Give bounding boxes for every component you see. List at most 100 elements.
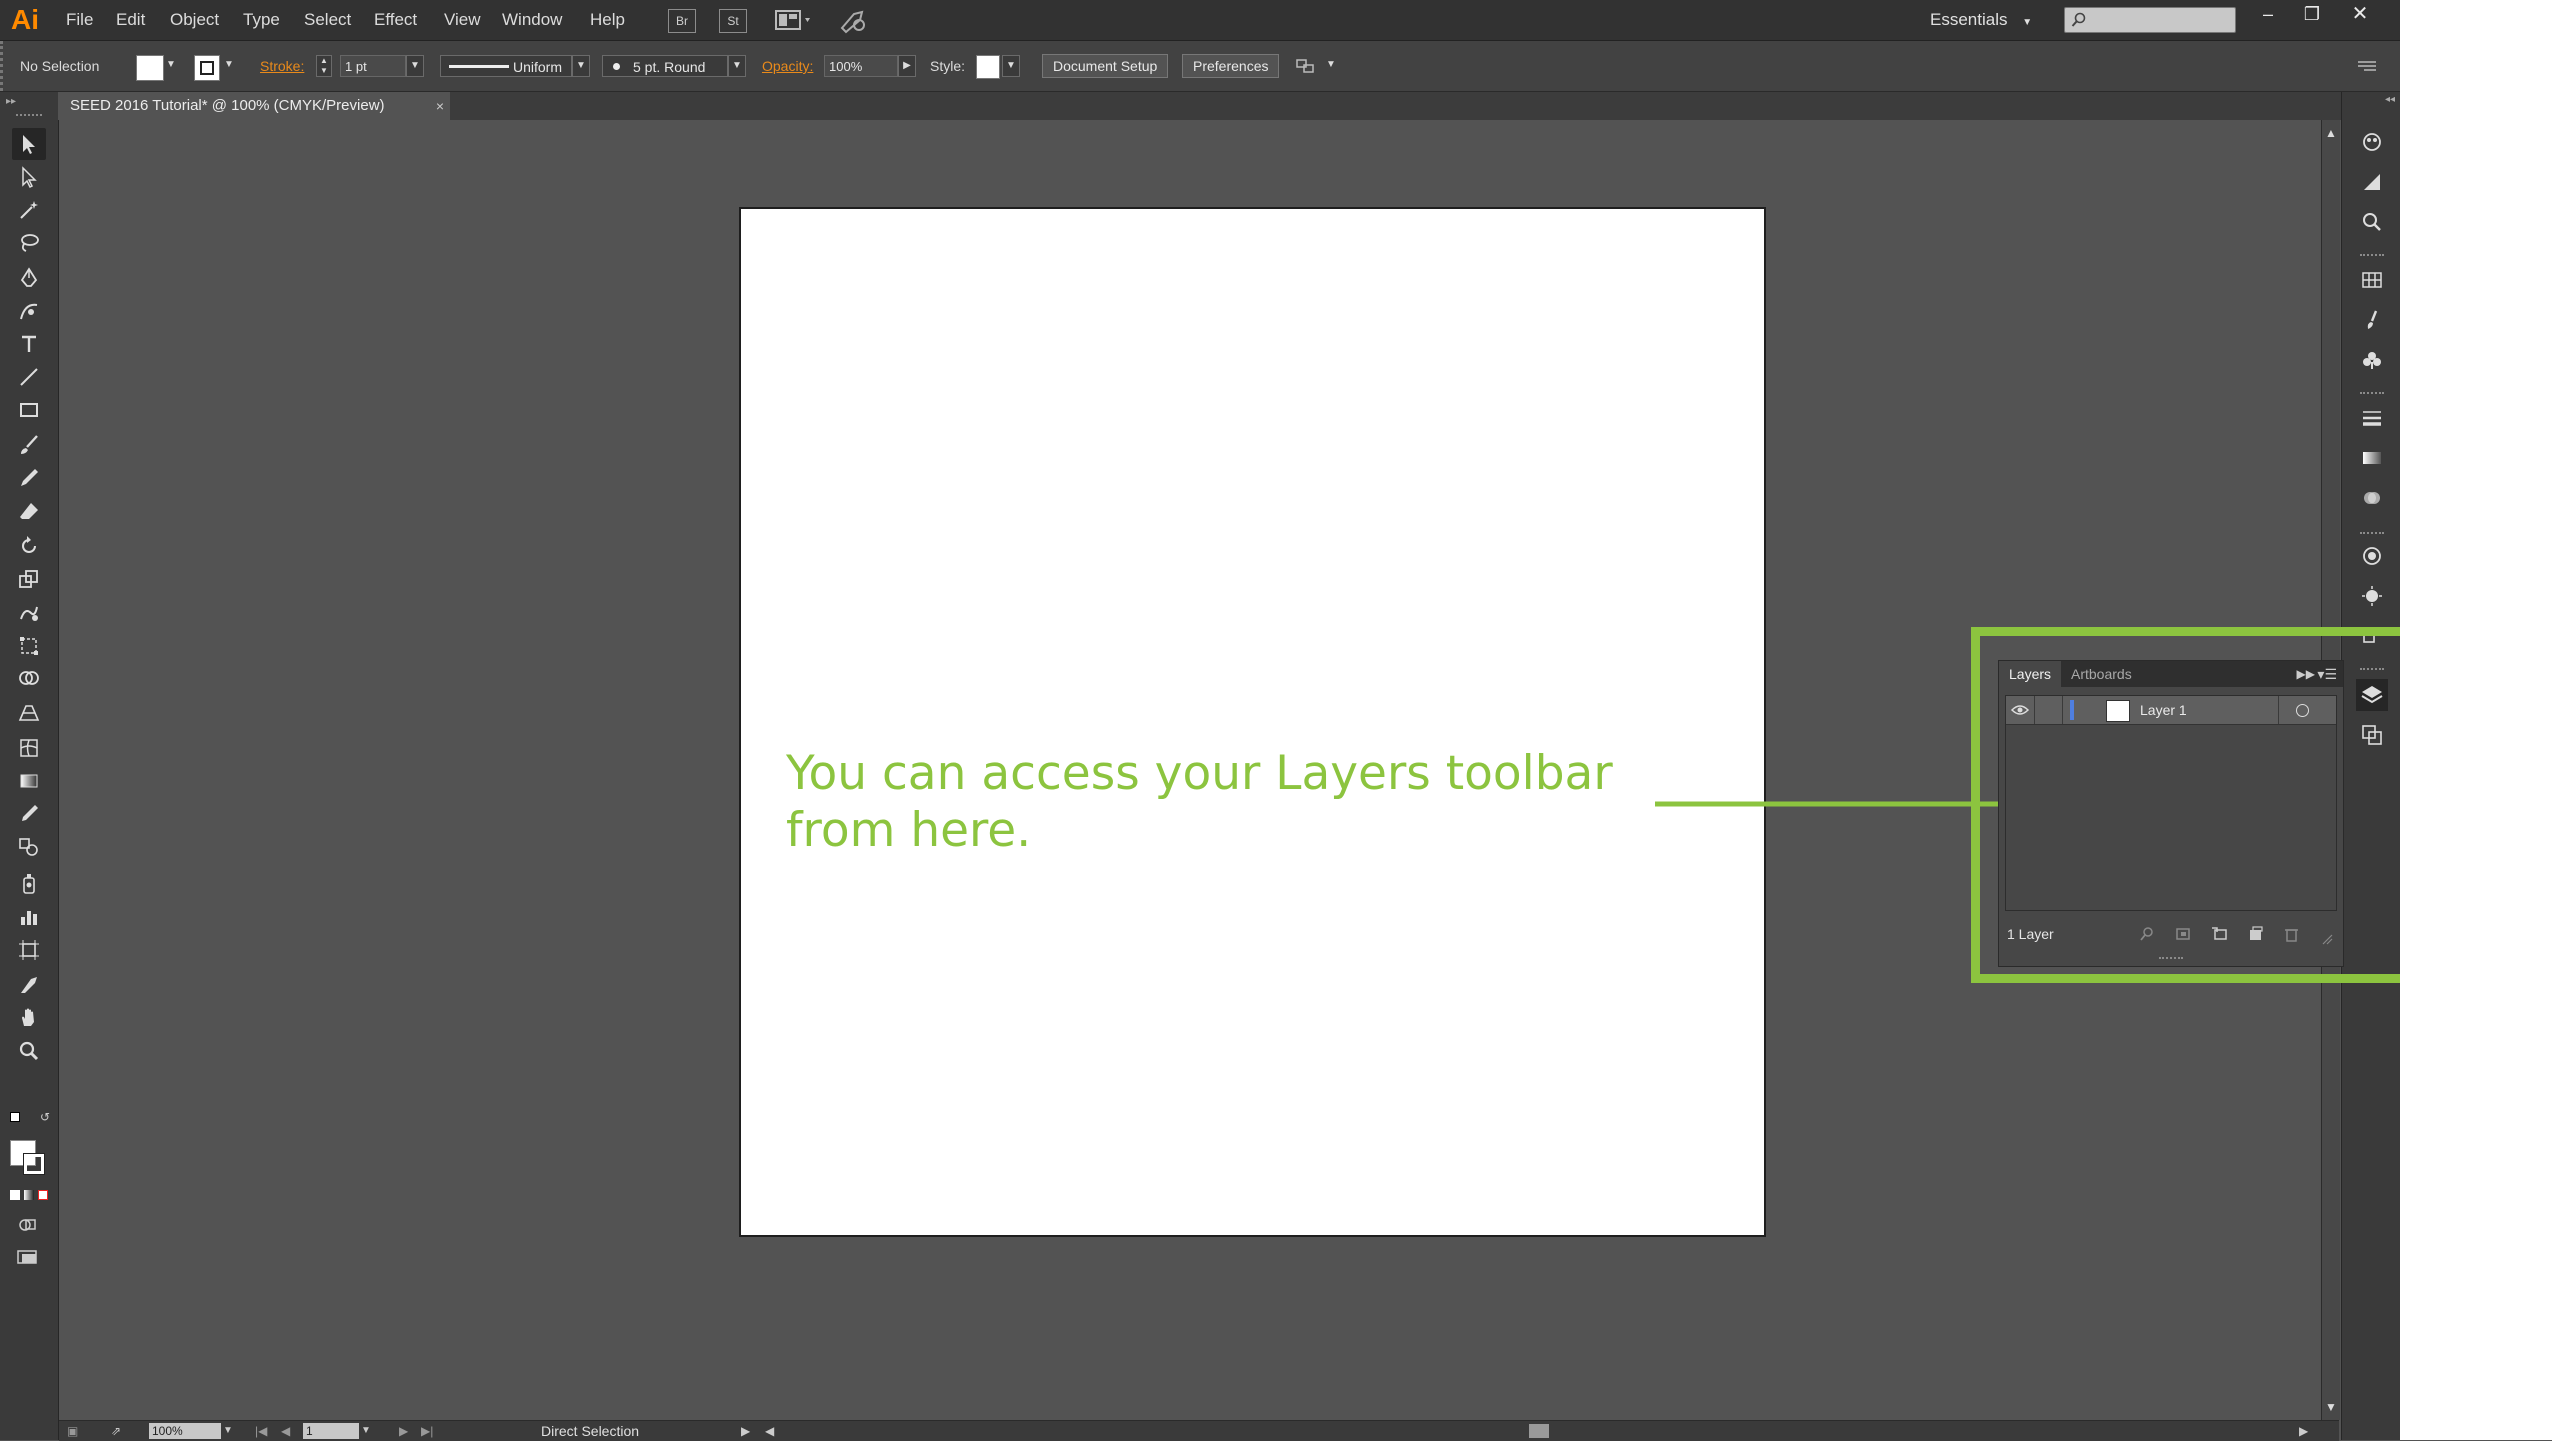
variable-width-dropdown[interactable]: ▼ bbox=[572, 55, 590, 77]
direct-selection-tool[interactable] bbox=[12, 161, 46, 193]
pen-tool[interactable] bbox=[12, 262, 46, 294]
screen-mode-button[interactable] bbox=[16, 1248, 40, 1266]
stroke-panel-button[interactable] bbox=[2356, 402, 2388, 434]
scroll-down-arrow-icon[interactable]: ▼ bbox=[2322, 1398, 2340, 1416]
status-menu-arrow-icon[interactable]: ▶ bbox=[741, 1421, 750, 1441]
close-tab-icon[interactable]: × bbox=[436, 92, 444, 120]
arrange-dropdown[interactable]: ▼ bbox=[1322, 55, 1340, 77]
open-in-bridge-icon[interactable]: ⇗ bbox=[111, 1421, 121, 1441]
scroll-left-arrow-icon[interactable]: ◀ bbox=[765, 1421, 774, 1441]
opacity-slider-toggle[interactable]: ▶ bbox=[898, 55, 916, 77]
curvature-tool[interactable] bbox=[12, 295, 46, 327]
cc-libraries-panel-button[interactable] bbox=[2356, 206, 2388, 238]
minimize-button[interactable]: – bbox=[2246, 0, 2290, 28]
type-tool[interactable] bbox=[12, 328, 46, 360]
artboard-dropdown[interactable]: ▼ bbox=[361, 1421, 371, 1441]
zoom-field[interactable]: 100% bbox=[149, 1423, 221, 1439]
search-input[interactable] bbox=[2064, 7, 2236, 33]
dock-group-grip[interactable] bbox=[2360, 392, 2384, 398]
stroke-weight-field[interactable]: 1 pt bbox=[340, 55, 406, 77]
paintbrush-tool[interactable] bbox=[12, 429, 46, 461]
stroke-weight-dropdown[interactable]: ▼ bbox=[406, 55, 424, 77]
menu-type[interactable]: Type bbox=[237, 0, 286, 40]
control-bar-grip[interactable] bbox=[0, 41, 9, 91]
stock-button[interactable]: St bbox=[719, 9, 747, 33]
gradient-tool[interactable] bbox=[12, 765, 46, 797]
perspective-grid-tool[interactable] bbox=[12, 696, 46, 728]
opacity-label[interactable]: Opacity: bbox=[762, 41, 813, 91]
document-setup-button[interactable]: Document Setup bbox=[1042, 54, 1169, 78]
horizontal-scroll-thumb[interactable] bbox=[1529, 1424, 1549, 1438]
stroke-swatch[interactable] bbox=[194, 55, 220, 81]
dock-group-grip[interactable] bbox=[2360, 532, 2384, 538]
last-artboard-icon[interactable]: ▶| bbox=[421, 1421, 433, 1441]
menu-select[interactable]: Select bbox=[298, 0, 357, 40]
rectangle-tool[interactable] bbox=[12, 394, 46, 426]
symbol-sprayer-tool[interactable] bbox=[12, 868, 46, 900]
dock-group-grip[interactable] bbox=[2360, 254, 2384, 260]
first-artboard-icon[interactable]: |◀ bbox=[255, 1421, 267, 1441]
graph-tool[interactable] bbox=[12, 901, 46, 933]
zoom-dropdown[interactable]: ▼ bbox=[223, 1421, 233, 1441]
artboard[interactable] bbox=[739, 207, 1766, 1237]
color-mode-buttons[interactable] bbox=[8, 1190, 54, 1202]
symbols-panel-button[interactable] bbox=[2356, 344, 2388, 376]
menu-object[interactable]: Object bbox=[164, 0, 225, 40]
menu-view[interactable]: View bbox=[438, 0, 487, 40]
menu-window[interactable]: Window bbox=[496, 0, 568, 40]
restore-button[interactable]: ❐ bbox=[2290, 0, 2334, 28]
previous-artboard-icon[interactable]: ◀ bbox=[281, 1421, 290, 1441]
scroll-right-arrow-icon[interactable]: ▶ bbox=[2299, 1421, 2308, 1441]
fill-swatch[interactable] bbox=[136, 55, 164, 81]
expand-panels-icon[interactable]: ◂◂ bbox=[2385, 94, 2395, 105]
brushes-panel-button[interactable] bbox=[2356, 304, 2388, 336]
menu-help[interactable]: Help bbox=[584, 0, 631, 40]
line-tool[interactable] bbox=[12, 361, 46, 393]
stroke-color-box[interactable] bbox=[23, 1153, 45, 1175]
stroke-swatch-dropdown[interactable]: ▼ bbox=[220, 55, 238, 77]
swatches-panel-button[interactable] bbox=[2356, 264, 2388, 296]
selection-tool[interactable] bbox=[12, 128, 46, 160]
collapse-tools-icon[interactable]: ▸▸ bbox=[6, 96, 16, 107]
artboard-tool[interactable] bbox=[12, 934, 46, 966]
free-transform-tool[interactable] bbox=[12, 630, 46, 662]
mesh-tool[interactable] bbox=[12, 732, 46, 764]
menu-file[interactable]: File bbox=[60, 0, 99, 40]
artboard-number-field[interactable]: 1 bbox=[303, 1423, 359, 1439]
scale-tool[interactable] bbox=[12, 563, 46, 595]
arrange-documents-button[interactable] bbox=[774, 8, 816, 32]
default-colors-button[interactable]: ↺ bbox=[10, 1110, 50, 1128]
graphic-styles-panel-button[interactable] bbox=[2356, 580, 2388, 612]
appearance-panel-button[interactable] bbox=[2356, 540, 2388, 572]
lasso-tool[interactable] bbox=[12, 227, 46, 259]
pencil-tool[interactable] bbox=[12, 462, 46, 494]
opacity-field[interactable]: 100% bbox=[824, 55, 898, 77]
stroke-weight-stepper[interactable]: ▲ ▼ bbox=[316, 55, 332, 77]
eyedropper-tool[interactable] bbox=[12, 798, 46, 830]
cc-sync-icon[interactable]: ▣ bbox=[67, 1421, 78, 1441]
color-panel-button[interactable] bbox=[2356, 126, 2388, 158]
brush-dropdown[interactable]: ▼ bbox=[728, 55, 746, 77]
graphic-style-swatch[interactable] bbox=[976, 55, 1000, 79]
brush-definition[interactable]: 5 pt. Round bbox=[602, 55, 728, 77]
arrange-icon-button[interactable] bbox=[1294, 55, 1318, 77]
scroll-up-arrow-icon[interactable]: ▲ bbox=[2322, 124, 2340, 142]
next-artboard-icon[interactable]: ▶ bbox=[399, 1421, 408, 1441]
graphic-style-dropdown[interactable]: ▼ bbox=[1002, 55, 1020, 77]
control-panel-menu[interactable] bbox=[2356, 57, 2380, 75]
slice-tool[interactable] bbox=[12, 969, 46, 1001]
preferences-button[interactable]: Preferences bbox=[1182, 54, 1280, 78]
rotate-tool[interactable] bbox=[12, 530, 46, 562]
eraser-tool[interactable] bbox=[12, 495, 46, 527]
bridge-button[interactable]: Br bbox=[668, 9, 696, 33]
gradient-panel-button[interactable] bbox=[2356, 442, 2388, 474]
hand-tool[interactable] bbox=[12, 1002, 46, 1034]
warp-tool[interactable] bbox=[12, 597, 46, 629]
zoom-tool[interactable] bbox=[12, 1035, 46, 1067]
stroke-label[interactable]: Stroke: bbox=[260, 41, 304, 91]
close-window-button[interactable]: ✕ bbox=[2338, 0, 2382, 28]
transparency-panel-button[interactable] bbox=[2356, 482, 2388, 514]
magic-wand-tool[interactable] bbox=[12, 194, 46, 226]
drawing-modes-button[interactable] bbox=[18, 1216, 38, 1234]
shape-builder-tool[interactable] bbox=[12, 663, 46, 695]
